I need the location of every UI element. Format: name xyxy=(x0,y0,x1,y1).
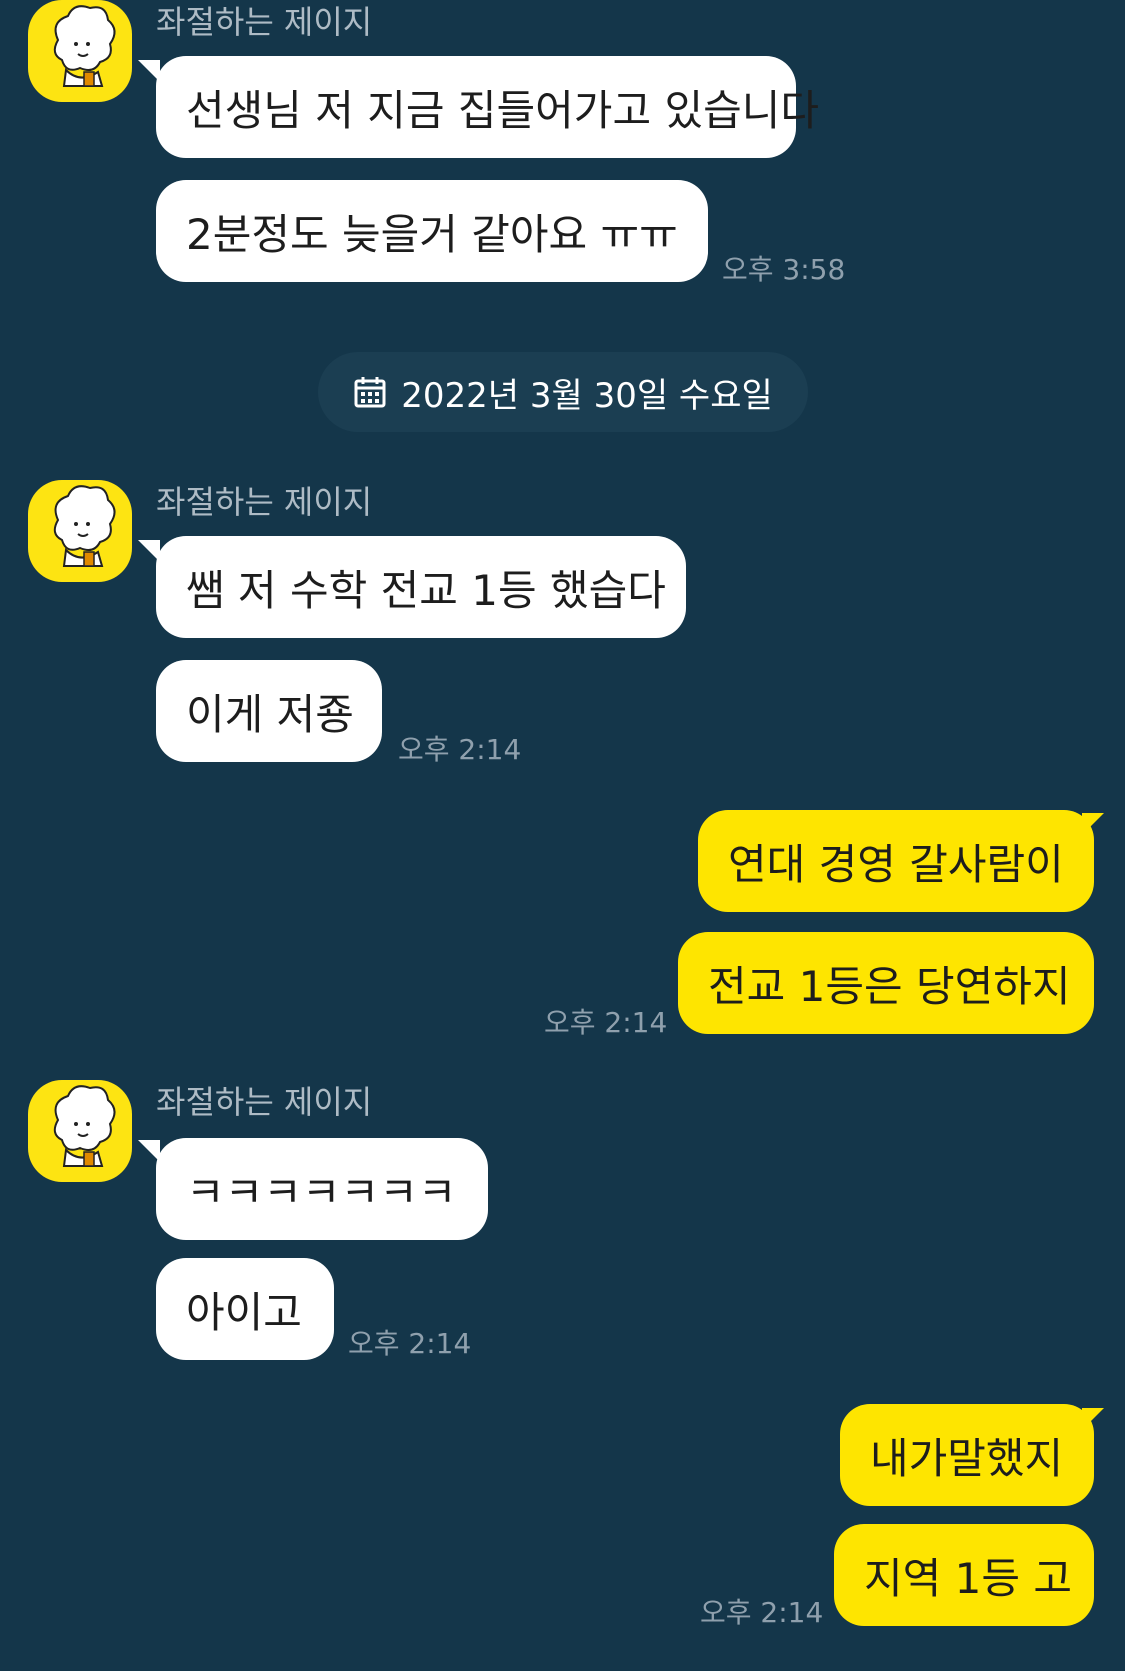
message-timestamp: 오후 2:14 xyxy=(398,733,522,766)
message-bubble-incoming[interactable]: 선생님 저 지금 집들어가고 있습니다 xyxy=(156,56,819,158)
contact-avatar[interactable] xyxy=(28,0,132,102)
message-bubble-outgoing[interactable]: 연대 경영 갈사람이 xyxy=(698,810,1094,912)
message-timestamp: 오후 2:14 xyxy=(348,1327,472,1360)
message-bubble-incoming[interactable]: ㅋㅋㅋㅋㅋㅋㅋ xyxy=(156,1138,488,1240)
message-timestamp: 오후 3:58 xyxy=(722,253,846,286)
message-bubble-incoming[interactable]: 2분정도 늦을거 같아요 ㅠㅠ xyxy=(156,180,708,282)
message-timestamp: 오후 2:14 xyxy=(700,1596,824,1629)
sender-name: 좌절하는 제이지 xyxy=(156,3,373,41)
date-divider: 2022년 3월 30일 수요일 xyxy=(318,352,808,432)
date-divider-text: 2022년 3월 30일 수요일 xyxy=(401,375,773,416)
message-bubble-outgoing[interactable]: 지역 1등 고 xyxy=(834,1524,1094,1626)
sender-name: 좌절하는 제이지 xyxy=(156,483,373,521)
message-timestamp: 오후 2:14 xyxy=(544,1006,668,1039)
sender-name: 좌절하는 제이지 xyxy=(156,1083,373,1121)
message-bubble-outgoing[interactable]: 전교 1등은 당연하지 xyxy=(678,932,1094,1034)
cartoon-character-icon xyxy=(53,1085,116,1167)
message-bubble-outgoing[interactable]: 내가말했지 xyxy=(840,1404,1094,1506)
cartoon-character-icon xyxy=(53,5,116,87)
calendar-icon xyxy=(354,377,386,408)
message-bubble-incoming[interactable]: 이게 저죵 xyxy=(156,660,382,762)
contact-avatar[interactable] xyxy=(28,1080,132,1182)
message-bubble-incoming[interactable]: 쌤 저 수학 전교 1등 했습다 xyxy=(156,536,686,638)
message-bubble-incoming[interactable]: 아이고 xyxy=(156,1258,334,1360)
contact-avatar[interactable] xyxy=(28,480,132,582)
cartoon-character-icon xyxy=(53,485,116,567)
